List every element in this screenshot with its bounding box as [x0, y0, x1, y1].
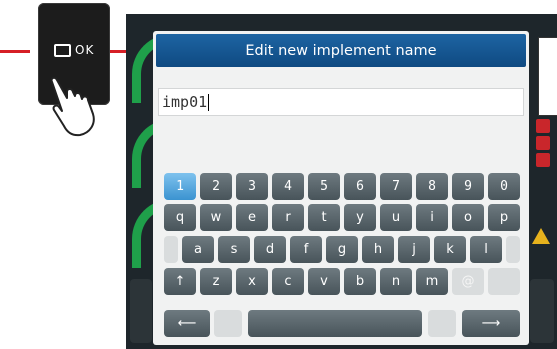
key-blank-z-right — [488, 268, 520, 295]
key-n[interactable]: n — [380, 268, 412, 295]
key-0[interactable]: 0 — [488, 173, 520, 200]
key-i[interactable]: i — [416, 204, 448, 231]
key-t[interactable]: t — [308, 204, 340, 231]
key-blank-right — [506, 236, 520, 263]
keyboard-a-row: a s d f g h j k l — [164, 236, 520, 263]
hand-pointer-icon — [50, 76, 95, 137]
key-a[interactable]: a — [182, 236, 214, 263]
callout-box — [538, 37, 557, 116]
key-5[interactable]: 5 — [308, 173, 340, 200]
key-blank-left — [164, 236, 178, 263]
key-x[interactable]: x — [236, 268, 268, 295]
key-u[interactable]: u — [380, 204, 412, 231]
background-warning-icon — [532, 228, 550, 244]
key-f[interactable]: f — [290, 236, 322, 263]
key-y[interactable]: y — [344, 204, 376, 231]
key-o[interactable]: o — [452, 204, 484, 231]
key-7[interactable]: 7 — [380, 173, 412, 200]
keyboard-q-row: q w e r t y u i o p — [164, 204, 520, 231]
key-3[interactable]: 3 — [236, 173, 268, 200]
key-s[interactable]: s — [218, 236, 250, 263]
shift-key[interactable]: ↑ — [164, 268, 196, 295]
key-q[interactable]: q — [164, 204, 196, 231]
dialog-title: Edit new implement name — [156, 34, 526, 67]
key-c[interactable]: c — [272, 268, 304, 295]
ok-key-text: OK — [75, 43, 95, 57]
key-4[interactable]: 4 — [272, 173, 304, 200]
key-blank-bottom-left — [214, 310, 242, 337]
keyboard-number-row: 1 2 3 4 5 6 7 8 9 0 — [164, 173, 520, 200]
key-8[interactable]: 8 — [416, 173, 448, 200]
enter-key[interactable]: ⟶ — [462, 310, 520, 337]
key-w[interactable]: w — [200, 204, 232, 231]
key-p[interactable]: p — [488, 204, 520, 231]
background-red-indicator-icon — [536, 153, 550, 167]
key-l[interactable]: l — [470, 236, 502, 263]
key-h[interactable]: h — [362, 236, 394, 263]
key-at[interactable]: @ — [452, 268, 484, 295]
backspace-key[interactable]: ⟵ — [164, 310, 210, 337]
key-2[interactable]: 2 — [200, 173, 232, 200]
key-9[interactable]: 9 — [452, 173, 484, 200]
key-r[interactable]: r — [272, 204, 304, 231]
key-b[interactable]: b — [344, 268, 376, 295]
background-side-panel — [130, 279, 152, 343]
key-k[interactable]: k — [434, 236, 466, 263]
key-g[interactable]: g — [326, 236, 358, 263]
key-v[interactable]: v — [308, 268, 340, 295]
key-z[interactable]: z — [200, 268, 232, 295]
key-m[interactable]: m — [416, 268, 448, 295]
background-red-indicator-icon — [536, 136, 550, 150]
edit-name-dialog: Edit new implement name imp01 1 2 3 4 5 … — [153, 31, 529, 345]
pointer-arrow-left — [0, 50, 30, 53]
ok-label: OK — [54, 43, 94, 57]
text-cursor — [208, 93, 210, 111]
space-key[interactable] — [248, 310, 422, 337]
implement-name-value: imp01 — [162, 93, 208, 111]
key-d[interactable]: d — [254, 236, 286, 263]
key-blank-bottom-mid — [428, 310, 456, 337]
key-e[interactable]: e — [236, 204, 268, 231]
key-1[interactable]: 1 — [164, 173, 196, 200]
key-j[interactable]: j — [398, 236, 430, 263]
key-6[interactable]: 6 — [344, 173, 376, 200]
keyboard-z-row: ↑ z x c v b n m @ — [164, 268, 520, 295]
implement-name-input[interactable]: imp01 — [158, 88, 524, 116]
background-side-panel — [530, 279, 554, 343]
ok-box-glyph-icon — [54, 43, 71, 57]
background-red-indicator-icon — [536, 119, 550, 133]
keyboard-bottom-row: ⟵ ⟶ — [164, 310, 520, 337]
